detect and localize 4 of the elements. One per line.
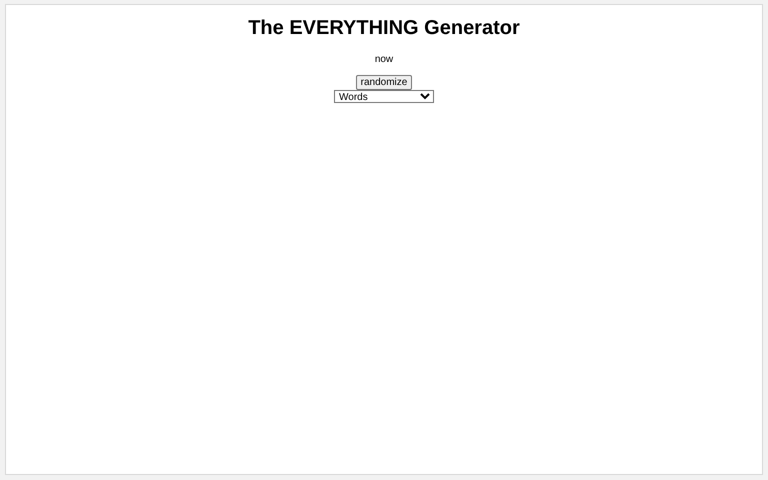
generated-word: now xyxy=(374,54,394,65)
randomize-button[interactable]: randomize xyxy=(356,75,412,90)
category-select[interactable]: Words xyxy=(334,90,434,103)
page-title: The EVERYTHING Generator xyxy=(248,17,520,40)
